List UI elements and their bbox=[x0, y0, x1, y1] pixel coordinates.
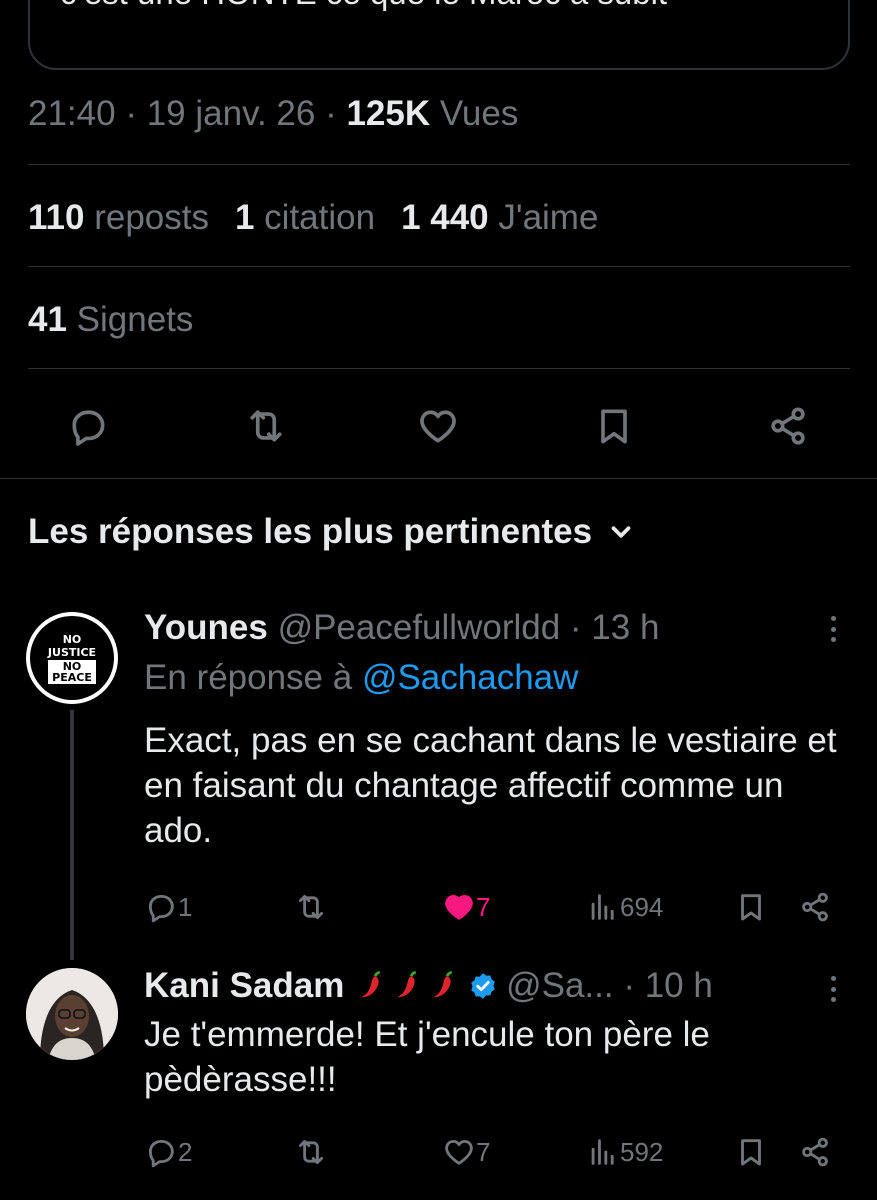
bookmark-button[interactable] bbox=[734, 1130, 768, 1174]
reply-to-handle-link[interactable]: @Sachachaw bbox=[362, 658, 578, 697]
share-icon bbox=[802, 1137, 828, 1167]
tweet-date[interactable]: 19 janv. 26 bbox=[147, 94, 316, 133]
quoted-tweet-text: c’est une HONTE ce que le Maroc a subit bbox=[60, 0, 667, 12]
repost-button[interactable] bbox=[294, 885, 328, 929]
share-icon bbox=[802, 892, 828, 922]
reply-button[interactable]: 1 bbox=[144, 885, 192, 929]
view-count: 694 bbox=[620, 891, 664, 922]
reposts-stat[interactable]: 110 reposts bbox=[28, 198, 209, 237]
more-options-button[interactable] bbox=[823, 612, 843, 646]
bookmark-icon bbox=[741, 894, 761, 921]
verified-badge-icon[interactable] bbox=[468, 971, 498, 1001]
engagement-stats: 110 reposts 1 citation 1 440 J'aime bbox=[28, 198, 598, 238]
user-handle[interactable]: @Peacefullworldd bbox=[278, 608, 561, 647]
thread-connector-line bbox=[70, 710, 74, 960]
share-button[interactable] bbox=[798, 885, 832, 929]
likes-stat[interactable]: 1 440 J'aime bbox=[401, 198, 598, 237]
avatar[interactable]: NO JUSTICE NO PEACE bbox=[26, 612, 118, 704]
quotes-stat[interactable]: 1 citation bbox=[235, 198, 375, 237]
bookmark-button[interactable] bbox=[584, 396, 644, 456]
reply-button[interactable]: 2 bbox=[144, 1130, 192, 1174]
divider bbox=[28, 368, 850, 369]
share-icon bbox=[771, 407, 805, 445]
reply-text: Exact, pas en se cachant dans le vestiai… bbox=[144, 721, 837, 850]
divider bbox=[28, 266, 850, 267]
tweet-action-bar bbox=[0, 396, 877, 456]
views-label: Vues bbox=[430, 94, 519, 133]
reply-time: · 10 h bbox=[613, 966, 713, 1005]
like-button[interactable]: 7 bbox=[442, 1130, 490, 1174]
like-count: 7 bbox=[476, 1136, 491, 1167]
chili-pepper-icon bbox=[433, 970, 453, 998]
reply-count: 2 bbox=[178, 1136, 193, 1167]
display-name[interactable]: Kani Sadam bbox=[144, 966, 344, 1005]
tweet-time[interactable]: 21:40 bbox=[28, 94, 116, 133]
tweet-meta: 21:40 · 19 janv. 26 · 125K Vues bbox=[28, 94, 519, 133]
no-justice-no-peace-logo: NO JUSTICE NO PEACE bbox=[30, 616, 114, 700]
reply-action-bar: 2 7 592 bbox=[144, 1130, 844, 1174]
share-button[interactable] bbox=[798, 1130, 832, 1174]
replying-to: En réponse à @Sachachaw bbox=[144, 658, 579, 697]
chili-pepper-icon bbox=[397, 970, 417, 998]
like-icon bbox=[445, 894, 473, 920]
quoted-tweet-card[interactable]: c’est une HONTE ce que le Maroc a subit bbox=[28, 0, 850, 70]
repost-icon bbox=[298, 894, 324, 920]
bookmark-icon bbox=[741, 1139, 761, 1166]
like-button[interactable]: 7 bbox=[442, 885, 490, 929]
repost-icon bbox=[298, 1139, 324, 1165]
bookmarks-stat[interactable]: 41 Signets bbox=[28, 300, 193, 340]
analytics-icon bbox=[591, 894, 614, 920]
divider bbox=[0, 478, 877, 479]
repost-button[interactable] bbox=[236, 396, 296, 456]
reply-icon bbox=[72, 410, 105, 446]
reply-action-bar: 1 7 694 bbox=[144, 885, 844, 929]
reply-button[interactable] bbox=[58, 396, 118, 456]
share-button[interactable] bbox=[758, 396, 818, 456]
divider bbox=[28, 164, 850, 165]
like-button[interactable] bbox=[408, 396, 468, 456]
like-count: 7 bbox=[476, 891, 491, 922]
views-count: 125K bbox=[346, 94, 431, 133]
reply-icon bbox=[148, 1139, 174, 1168]
analytics-icon bbox=[591, 1139, 614, 1165]
reply-icon bbox=[148, 894, 174, 923]
replies-sort-dropdown[interactable]: Les réponses les plus pertinentes bbox=[28, 512, 636, 552]
display-name[interactable]: Younes bbox=[144, 608, 268, 647]
like-icon bbox=[420, 410, 456, 443]
view-count: 592 bbox=[620, 1136, 664, 1167]
user-handle[interactable]: @Sa... bbox=[506, 966, 614, 1005]
replies-sort-label: Les réponses les plus pertinentes bbox=[28, 512, 593, 551]
chevron-down-icon bbox=[611, 526, 631, 538]
profile-photo bbox=[26, 968, 118, 1060]
avatar[interactable] bbox=[26, 968, 118, 1060]
chili-pepper-icon bbox=[361, 970, 381, 998]
bookmark-button[interactable] bbox=[734, 885, 768, 929]
like-icon bbox=[445, 1139, 473, 1165]
reply-time: · 13 h bbox=[560, 608, 660, 647]
reply-text: Je t'emmerde! Et j'encule ton père le pè… bbox=[144, 1015, 710, 1099]
reply-header: Kani Sadam @Sa... · 10 h bbox=[144, 966, 713, 1006]
views-button[interactable]: 592 bbox=[586, 1130, 663, 1174]
views-button[interactable]: 694 bbox=[586, 885, 663, 929]
bookmark-icon bbox=[601, 409, 627, 444]
repost-button[interactable] bbox=[294, 1130, 328, 1174]
more-options-button[interactable] bbox=[823, 972, 843, 1006]
reply-header: Younes @Peacefullworldd · 13 h bbox=[144, 608, 659, 648]
repost-icon bbox=[250, 410, 282, 442]
reply-count: 1 bbox=[178, 891, 193, 922]
